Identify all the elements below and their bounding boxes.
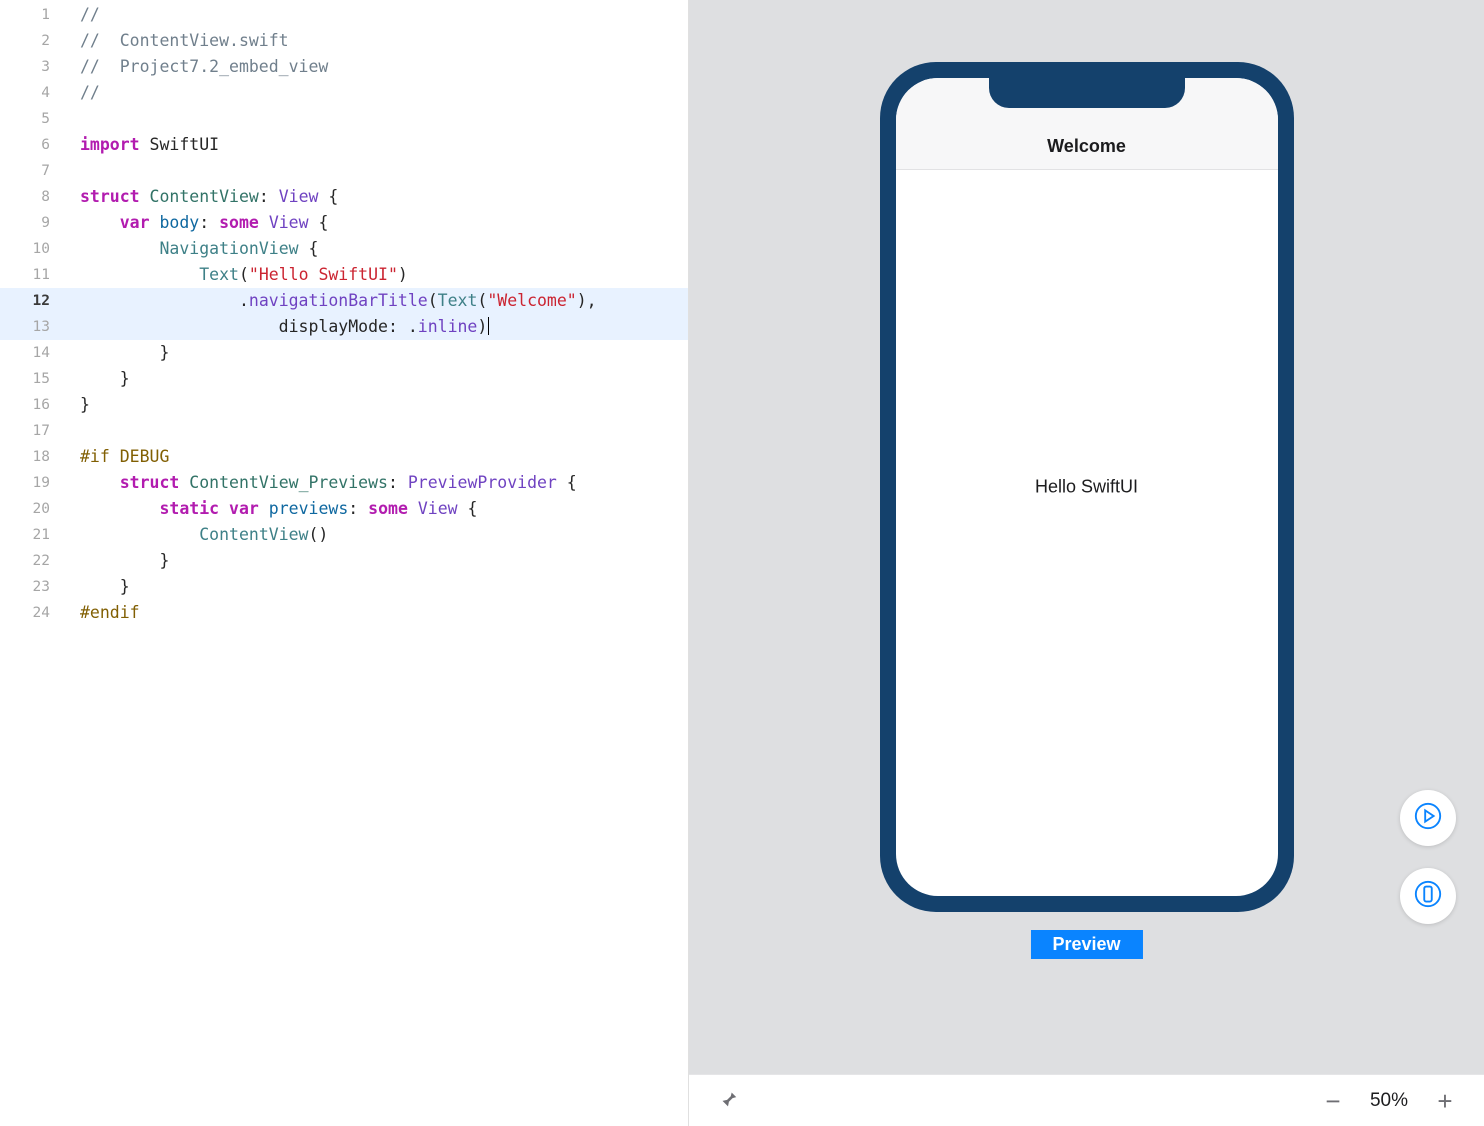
code-line[interactable]: }	[80, 392, 688, 418]
line-number: 18	[0, 444, 62, 470]
line-number: 17	[0, 418, 62, 444]
line-number: 12	[0, 288, 62, 314]
text-cursor	[488, 317, 489, 335]
code-area[interactable]: //// ContentView.swift// Project7.2_embe…	[62, 0, 688, 652]
code-line[interactable]: }	[80, 548, 688, 574]
device-circle-icon	[1413, 879, 1443, 913]
code-line[interactable]: ContentView()	[80, 522, 688, 548]
code-line[interactable]: struct ContentView: View {	[80, 184, 688, 210]
preview-bottom-toolbar: − 50% +	[689, 1074, 1484, 1126]
play-circle-icon	[1413, 801, 1443, 835]
code-line[interactable]	[80, 418, 688, 444]
line-number: 10	[0, 236, 62, 262]
code-line[interactable]	[80, 106, 688, 132]
line-number: 1	[0, 2, 62, 28]
line-number: 2	[0, 28, 62, 54]
zoom-out-button[interactable]: −	[1322, 1088, 1344, 1114]
pin-icon	[717, 1097, 739, 1114]
code-line[interactable]: Text("Hello SwiftUI")	[80, 262, 688, 288]
preview-canvas[interactable]: Welcome Hello SwiftUI Preview	[689, 0, 1484, 1074]
code-line[interactable]: #if DEBUG	[80, 444, 688, 470]
line-number: 9	[0, 210, 62, 236]
line-number: 11	[0, 262, 62, 288]
code-line[interactable]	[80, 626, 688, 652]
code-line[interactable]: struct ContentView_Previews: PreviewProv…	[80, 470, 688, 496]
device-frame: Welcome Hello SwiftUI	[880, 62, 1294, 912]
line-number: 13	[0, 314, 62, 340]
code-line[interactable]: }	[80, 366, 688, 392]
line-number: 3	[0, 54, 62, 80]
code-line[interactable]: import SwiftUI	[80, 132, 688, 158]
code-line[interactable]: // Project7.2_embed_view	[80, 54, 688, 80]
live-preview-button[interactable]	[1400, 790, 1456, 846]
code-line[interactable]: }	[80, 340, 688, 366]
line-number: 20	[0, 496, 62, 522]
line-number: 24	[0, 600, 62, 626]
line-number: 15	[0, 366, 62, 392]
zoom-level-label: 50%	[1370, 1090, 1408, 1112]
code-line[interactable]: //	[80, 2, 688, 28]
code-line[interactable]: var body: some View {	[80, 210, 688, 236]
zoom-in-button[interactable]: +	[1434, 1088, 1456, 1114]
line-number: 14	[0, 340, 62, 366]
preview-pane: Welcome Hello SwiftUI Preview −	[688, 0, 1484, 1126]
code-line[interactable]: static var previews: some View {	[80, 496, 688, 522]
line-number: 7	[0, 158, 62, 184]
code-line[interactable]	[80, 158, 688, 184]
line-number: 19	[0, 470, 62, 496]
code-line[interactable]: }	[80, 574, 688, 600]
preview-badge[interactable]: Preview	[1030, 930, 1142, 959]
code-editor[interactable]: 123456789101112131415161718192021222324 …	[0, 0, 688, 1126]
navigation-title: Welcome	[1047, 136, 1126, 157]
line-number-gutter: 123456789101112131415161718192021222324	[0, 0, 62, 626]
code-line[interactable]: displayMode: .inline)	[80, 314, 688, 340]
line-number: 4	[0, 80, 62, 106]
device-notch	[989, 78, 1185, 108]
line-number: 21	[0, 522, 62, 548]
line-number: 23	[0, 574, 62, 600]
code-line[interactable]: .navigationBarTitle(Text("Welcome"),	[80, 288, 688, 314]
preview-on-device-button[interactable]	[1400, 868, 1456, 924]
line-number: 22	[0, 548, 62, 574]
line-number: 16	[0, 392, 62, 418]
line-number: 8	[0, 184, 62, 210]
code-line[interactable]: // ContentView.swift	[80, 28, 688, 54]
content-text: Hello SwiftUI	[1035, 477, 1138, 498]
code-line[interactable]: #endif	[80, 600, 688, 626]
device-screen[interactable]: Welcome Hello SwiftUI	[896, 78, 1278, 896]
code-line[interactable]: //	[80, 80, 688, 106]
code-line[interactable]: NavigationView {	[80, 236, 688, 262]
pin-preview-button[interactable]	[717, 1088, 739, 1114]
line-number: 6	[0, 132, 62, 158]
line-number: 5	[0, 106, 62, 132]
zoom-controls: − 50% +	[1322, 1088, 1456, 1114]
